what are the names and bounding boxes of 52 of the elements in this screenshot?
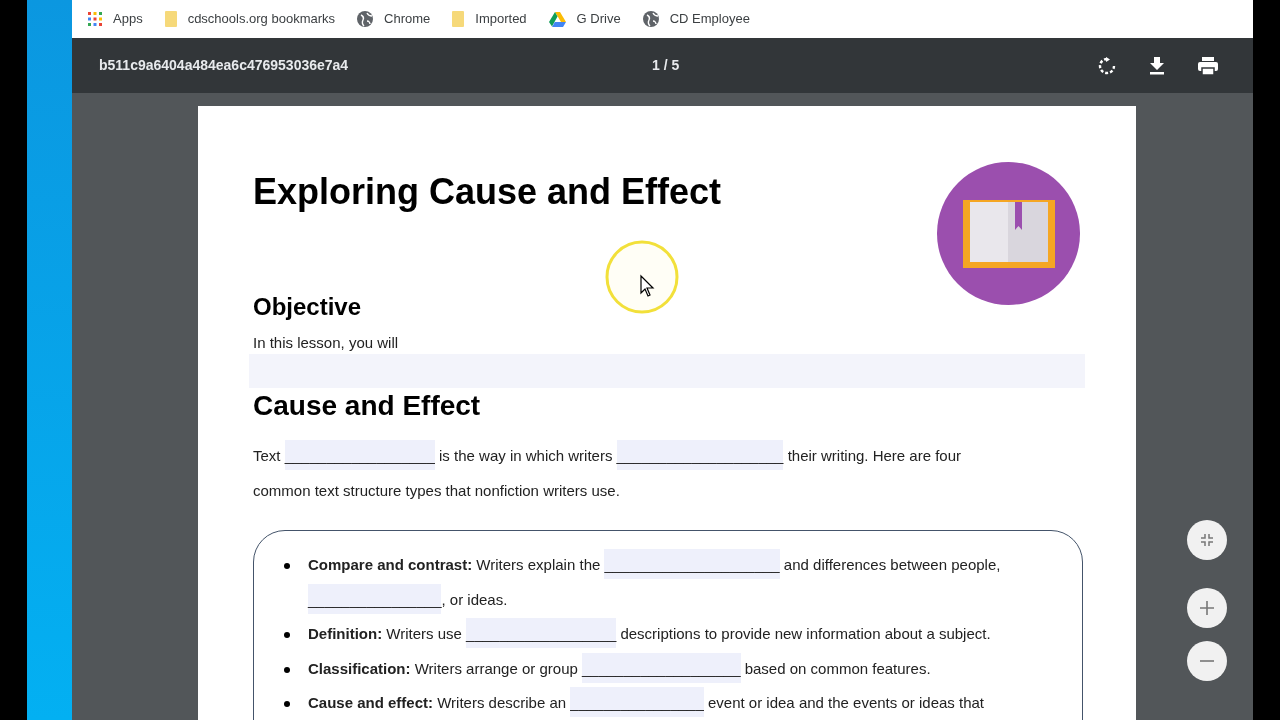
body-text: Definition: Writers use <box>308 625 462 642</box>
body-text: event or idea and the events or ideas that <box>708 694 984 711</box>
bullet-icon <box>284 563 290 569</box>
body-text: Compare and contrast: Writers explain the <box>308 556 601 573</box>
zoom-in-button[interactable] <box>1187 588 1227 628</box>
shrink-icon <box>1200 533 1214 547</box>
bookmark-label: Imported <box>475 10 527 29</box>
body-text: and differences between people, <box>783 556 1001 573</box>
body-text: descriptions to provide new information about a subject. <box>620 625 991 642</box>
book-logo-icon <box>937 162 1080 305</box>
bullet-icon <box>284 701 290 707</box>
cursor-highlight-icon <box>605 240 679 314</box>
bookmark-link[interactable]: Apps <box>88 9 143 29</box>
bullet-icon <box>284 632 290 638</box>
bookmark-label: Apps <box>113 10 143 29</box>
bullet-icon <box>284 666 290 673</box>
objective-text: In this lesson, you will <box>253 333 400 353</box>
file-name: b511c9a6404a484ea6c476953036e7a4 <box>99 56 349 75</box>
rotate-icon[interactable] <box>1098 56 1116 75</box>
page-indicator: 1 / 5 <box>652 56 680 75</box>
bookmark-label: cdschools.org bookmarks <box>187 10 336 29</box>
section-heading: Cause and Effect <box>253 389 482 423</box>
print-icon[interactable] <box>1198 56 1218 75</box>
zoom-out-button[interactable] <box>1187 641 1227 681</box>
folder-icon <box>452 11 465 27</box>
bookmark-label: Chrome <box>384 10 431 29</box>
body-text: , or ideas. <box>441 590 508 608</box>
globe-icon <box>357 11 374 27</box>
body-text: is the way in which writers <box>439 447 613 464</box>
document-title: Exploring Cause and Effect <box>253 170 723 214</box>
section-heading: Objective <box>253 292 363 322</box>
bookmark-link[interactable]: Imported <box>452 9 527 29</box>
minus-icon <box>1200 660 1214 662</box>
body-text: Classification: Writers arrange or group <box>308 659 578 677</box>
apps-grid-icon <box>88 12 102 26</box>
bookmark-label: CD Employee <box>669 10 750 29</box>
body-text: common text structure types that nonfiction writers use. <box>253 482 620 499</box>
bookmark-link[interactable]: G Drive <box>548 9 621 29</box>
download-icon[interactable] <box>1149 56 1165 75</box>
fit-page-button[interactable] <box>1187 520 1227 560</box>
body-text: Cause and effect: Writers describe an <box>308 694 567 711</box>
bookmark-link[interactable]: CD Employee <box>642 9 750 29</box>
body-text: their writing. Here are four <box>787 447 962 464</box>
drive-icon <box>548 11 566 27</box>
bookmark-link[interactable]: Chrome <box>357 9 431 29</box>
folder-icon <box>164 11 177 27</box>
body-text: Text <box>253 447 281 464</box>
bookmark-link[interactable]: cdschools.org bookmarks <box>164 9 336 29</box>
body-text: based on common features. <box>744 659 931 677</box>
plus-icon <box>1200 601 1214 615</box>
globe-icon <box>642 11 659 27</box>
bookmark-label: G Drive <box>576 10 621 29</box>
